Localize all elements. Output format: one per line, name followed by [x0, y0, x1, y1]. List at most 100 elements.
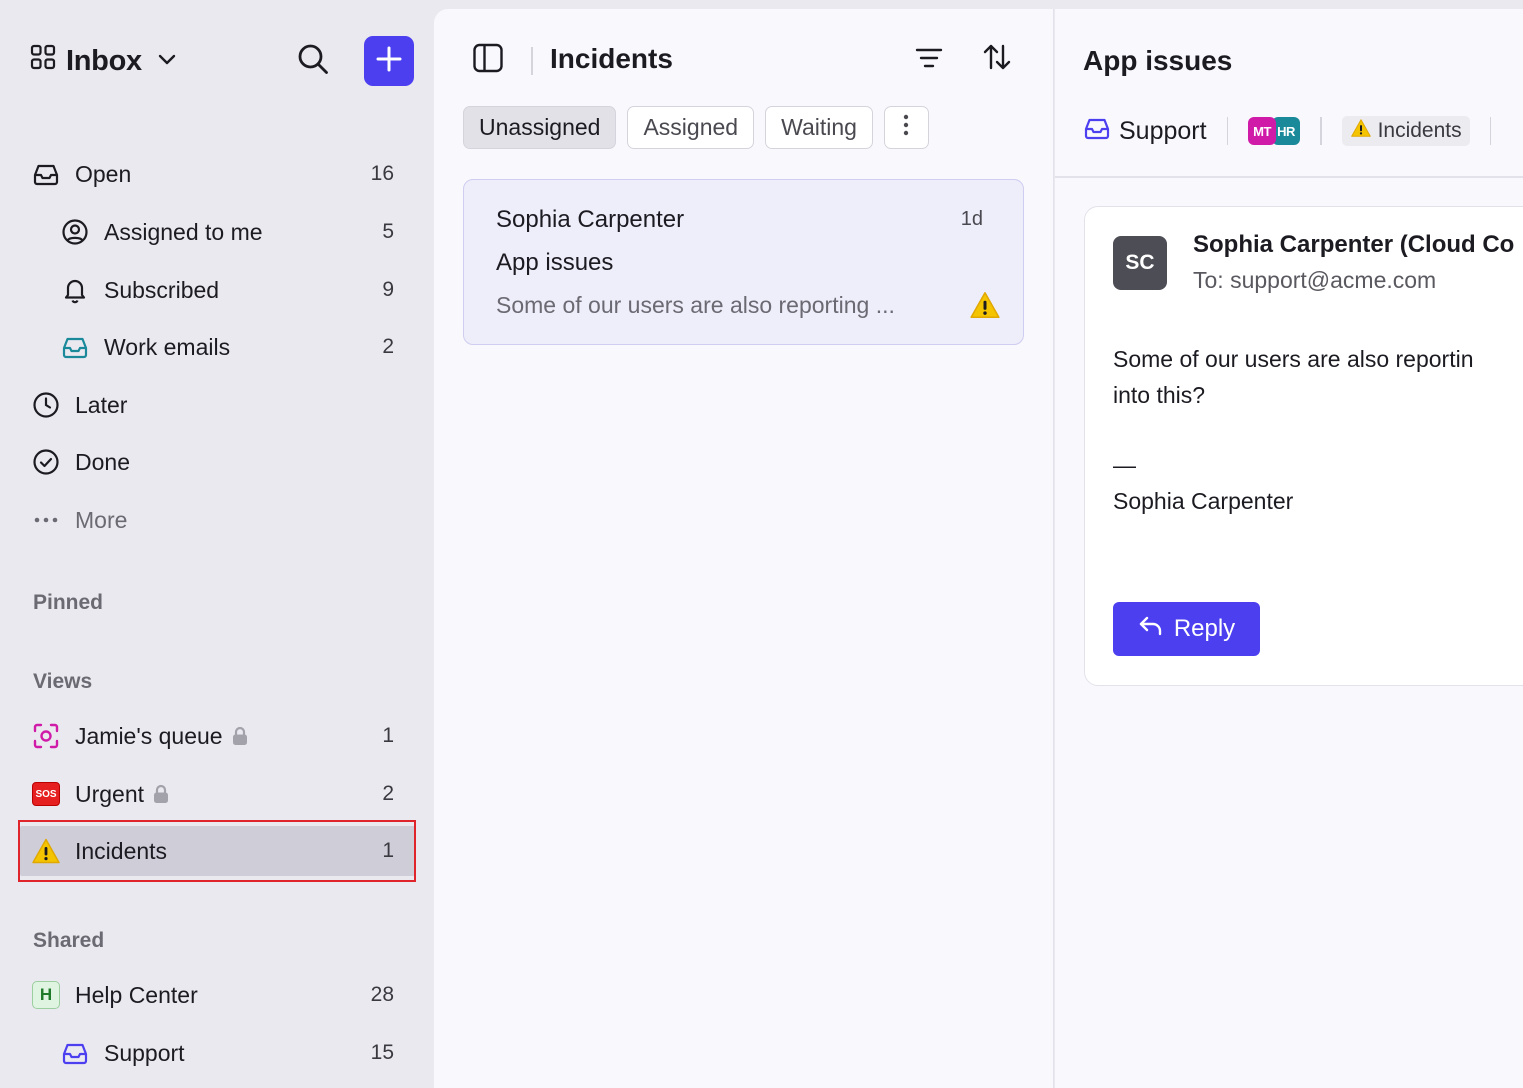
- sidebar-item-label: Assigned to me: [104, 218, 263, 245]
- inbox-tray-icon: [60, 332, 90, 362]
- sidebar-item-label: Later: [75, 391, 128, 418]
- inbox-chip[interactable]: Support: [1083, 114, 1207, 149]
- sidebar-item-done[interactable]: Done: [20, 437, 416, 487]
- sidebar-header: Inbox: [30, 36, 414, 86]
- conversation-detail-pane: App issues Support MT HR Incidents SC So…: [1055, 9, 1523, 1088]
- sidebar-item-urgent[interactable]: SOS Urgent 2: [20, 769, 416, 819]
- bell-icon: [60, 275, 90, 305]
- message-sender: Sophia Carpenter (Cloud Co: [1193, 231, 1515, 258]
- chevron-down-icon: [156, 45, 178, 78]
- sidebar-item-more[interactable]: More: [20, 495, 416, 545]
- sidebar-item-open[interactable]: Open 16: [20, 149, 416, 199]
- clock-icon: [31, 390, 61, 420]
- sidebar-item-support[interactable]: Support 15: [20, 1028, 416, 1078]
- tabs-more-button[interactable]: [883, 106, 929, 149]
- sidebar-item-help-center[interactable]: H Help Center 28: [20, 970, 416, 1020]
- message-recipient: To: support@acme.com: [1193, 267, 1437, 293]
- selection-highlight: [18, 820, 416, 882]
- sidebar-item-label: Open: [75, 160, 132, 187]
- sidebar-item-label: Done: [75, 448, 130, 475]
- more-horizontal-icon: [31, 505, 61, 535]
- sort-button[interactable]: [980, 42, 1014, 76]
- sidebar-item-later[interactable]: Later: [20, 380, 416, 430]
- lock-icon: [231, 726, 249, 746]
- conversation-meta-bar: Support MT HR Incidents: [1083, 113, 1511, 149]
- sidebar-panel-icon: [472, 42, 504, 79]
- sidebar-item-label: Jamie's queue: [75, 722, 223, 749]
- avatar: SC: [1113, 236, 1167, 290]
- sidebar-item-assigned-to-me[interactable]: Assigned to me 5: [20, 207, 416, 257]
- header-divider: [531, 47, 533, 75]
- sidebar-item-count: 16: [370, 162, 394, 185]
- pinned-section-title: Pinned: [33, 591, 104, 614]
- tab-waiting[interactable]: Waiting: [765, 106, 873, 149]
- more-vertical-icon: [902, 113, 910, 143]
- list-header: Incidents: [434, 9, 1053, 109]
- reply-button[interactable]: Reply: [1113, 602, 1260, 656]
- warning-icon: [969, 290, 1001, 325]
- search-button[interactable]: [290, 38, 336, 84]
- sidebar-item-label: Work emails: [104, 333, 231, 360]
- compose-button[interactable]: [364, 36, 414, 86]
- inbox-tray-icon: [1083, 114, 1111, 149]
- conversation-subject: App issues: [496, 249, 614, 276]
- message-card: SC Sophia Carpenter (Cloud Co To: suppor…: [1084, 206, 1523, 686]
- status-tabs: Unassigned Assigned Waiting: [463, 106, 929, 149]
- sort-arrows-icon: [982, 42, 1012, 77]
- sidebar-item-subscribed[interactable]: Subscribed 9: [20, 265, 416, 315]
- meta-divider: [1320, 117, 1322, 145]
- sos-icon: SOS: [31, 779, 61, 809]
- sidebar-item-count: 2: [382, 335, 394, 358]
- shared-section-title: Shared: [33, 929, 105, 952]
- signature-dash: —: [1113, 452, 1136, 478]
- avatar: MT: [1248, 117, 1277, 145]
- sidebar-item-label: Support: [104, 1039, 185, 1066]
- check-circle-icon: [31, 447, 61, 477]
- sidebar: Inbox Open 16 Assigned to me 5 Subscribe…: [0, 0, 434, 1088]
- tab-assigned[interactable]: Assigned: [627, 106, 755, 149]
- sidebar-item-label: Urgent: [75, 780, 145, 807]
- grid-icon: [30, 44, 56, 78]
- message-text: into this?: [1113, 382, 1206, 408]
- sidebar-item-work-emails[interactable]: Work emails 2: [20, 322, 416, 372]
- filter-button[interactable]: [912, 44, 946, 76]
- meta-divider: [1226, 117, 1229, 145]
- avatar: HR: [1272, 117, 1301, 145]
- lock-icon: [152, 784, 170, 804]
- sidebar-item-label: Help Center: [75, 981, 198, 1008]
- tag-chip[interactable]: Incidents: [1341, 116, 1470, 146]
- inbox-tray-icon: [60, 1038, 90, 1068]
- inbox-chip-label: Support: [1119, 116, 1207, 145]
- message-spacer: [1113, 413, 1523, 447]
- meta-divider: [1489, 117, 1492, 145]
- tag-label: Incidents: [1377, 119, 1462, 142]
- sos-badge: SOS: [32, 782, 60, 806]
- conversation-list-pane: Incidents Unassigned Assigned Waiting So…: [434, 9, 1054, 1088]
- inbox-switcher[interactable]: Inbox: [30, 44, 178, 78]
- sidebar-item-count: 2: [382, 782, 394, 805]
- tab-unassigned[interactable]: Unassigned: [463, 106, 617, 149]
- focus-target-icon: [31, 721, 61, 751]
- assignee-avatars[interactable]: MT HR: [1248, 117, 1301, 145]
- user-circle-icon: [60, 217, 90, 247]
- inbox-tray-icon: [31, 159, 61, 189]
- reply-arrow-icon: [1138, 614, 1164, 645]
- conversation-list-item[interactable]: Sophia Carpenter 1d App issues Some of o…: [463, 179, 1024, 345]
- sidebar-item-count: 9: [382, 278, 394, 301]
- conversation-sender: Sophia Carpenter: [496, 206, 685, 233]
- reply-label: Reply: [1173, 615, 1236, 642]
- help-center-badge: H: [32, 981, 60, 1009]
- sidebar-item-count: 15: [370, 1041, 394, 1064]
- signature-name: Sophia Carpenter: [1113, 488, 1294, 514]
- sidebar-item-jamies-queue[interactable]: Jamie's queue 1: [20, 711, 416, 761]
- header-divider: [1055, 176, 1523, 178]
- toggle-sidebar-button[interactable]: [472, 42, 504, 79]
- conversation-snippet: Some of our users are also reporting ...: [496, 292, 895, 318]
- conversation-title: App issues: [1083, 45, 1233, 76]
- inbox-title: Inbox: [66, 44, 142, 77]
- filter-icon: [915, 46, 943, 75]
- message-body: Some of our users are also reportin into…: [1113, 341, 1523, 519]
- search-icon: [296, 42, 330, 81]
- sidebar-item-count: 28: [370, 983, 394, 1006]
- message-text: Some of our users are also reportin: [1113, 346, 1474, 372]
